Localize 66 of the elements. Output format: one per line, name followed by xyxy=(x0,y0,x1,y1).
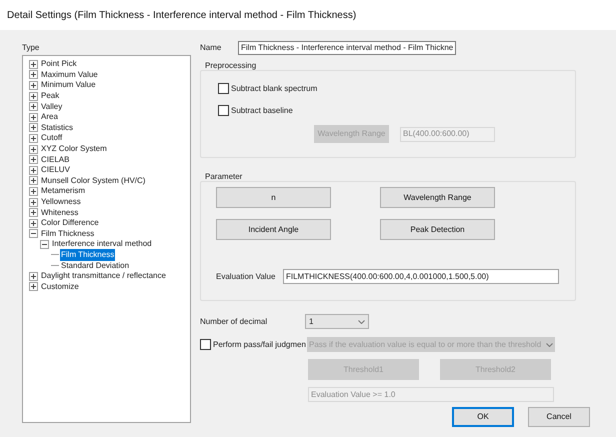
tree-item[interactable]: Film Thickness xyxy=(60,248,116,261)
tree-item[interactable]: Whiteness xyxy=(40,206,80,219)
button[interactable]: Peak Detection xyxy=(380,219,495,240)
tree-item[interactable]: Standard Deviation xyxy=(60,260,130,272)
checkbox[interactable] xyxy=(218,105,229,116)
tree-item[interactable]: Maximum Value xyxy=(40,68,99,81)
window-title: Detail Settings (Film Thickness - Interference interval method - Film Thickness) xyxy=(7,8,356,22)
expand-icon[interactable] xyxy=(29,218,38,228)
decimal-label: Number of decimal xyxy=(200,316,268,328)
expand-icon[interactable] xyxy=(29,176,38,186)
expand-icon[interactable] xyxy=(29,102,38,112)
tree-item[interactable]: Peak xyxy=(40,90,60,102)
checkbox[interactable] xyxy=(218,83,229,94)
button[interactable]: Cancel xyxy=(528,407,590,427)
decimal-dropdown[interactable]: 1 xyxy=(305,314,369,329)
expand-icon[interactable] xyxy=(29,155,38,164)
evaluation-label: Evaluation Value xyxy=(216,270,276,282)
button[interactable]: OK xyxy=(452,407,514,427)
tree-item[interactable]: XYZ Color System xyxy=(40,143,108,156)
expand-icon[interactable] xyxy=(29,112,38,122)
checkbox-label: Subtract blank spectrum xyxy=(231,82,318,94)
type-label: Type xyxy=(22,42,40,54)
group-title: Parameter xyxy=(205,171,244,181)
tree-item[interactable]: CIELAB xyxy=(40,154,70,166)
tree-item[interactable]: Cutoff xyxy=(40,132,64,144)
expand-icon[interactable] xyxy=(29,60,38,69)
name-label: Name xyxy=(200,42,222,54)
chevron-icon xyxy=(546,342,553,346)
expand-icon[interactable] xyxy=(29,144,38,154)
button[interactable]: Wavelength Range xyxy=(380,187,495,208)
tree-item[interactable]: Customize xyxy=(40,280,80,293)
expand-icon[interactable] xyxy=(29,282,38,292)
expand-icon[interactable] xyxy=(29,123,38,132)
button[interactable]: Incident Angle xyxy=(216,219,331,240)
checkbox-label: Subtract baseline xyxy=(231,104,293,116)
expand-icon[interactable] xyxy=(29,208,38,218)
tree-item[interactable]: Point Pick xyxy=(40,58,78,70)
tree-item[interactable]: CIELUV xyxy=(40,164,71,176)
expand-icon[interactable] xyxy=(29,272,38,281)
tree-item[interactable]: Interference interval method xyxy=(51,238,153,250)
expand-icon[interactable] xyxy=(29,186,38,196)
tree-item[interactable]: Color Difference xyxy=(40,217,100,230)
collapse-icon[interactable] xyxy=(40,240,49,249)
checkbox[interactable] xyxy=(200,339,211,350)
expand-icon[interactable] xyxy=(29,198,38,207)
checkbox-label: Perform pass/fail judgmen xyxy=(213,338,307,350)
button[interactable]: n xyxy=(216,187,331,208)
tree-item[interactable]: Statistics xyxy=(40,122,74,134)
tree-item[interactable]: Film Thickness xyxy=(40,228,96,240)
expand-icon[interactable] xyxy=(29,134,38,143)
expand-icon[interactable] xyxy=(29,70,38,80)
tree-item[interactable]: Yellowness xyxy=(40,196,82,208)
expand-icon[interactable] xyxy=(29,92,38,101)
expand-icon[interactable] xyxy=(29,166,38,175)
tree-item[interactable]: Munsell Color System (HV/C) xyxy=(40,174,146,187)
expand-icon[interactable] xyxy=(29,80,38,90)
tree-item[interactable]: Daylight transmittance / reflectance xyxy=(40,270,167,282)
tree-item[interactable]: Valley xyxy=(40,100,64,113)
tree-item[interactable]: Area xyxy=(40,111,59,124)
group-title: Preprocessing xyxy=(205,60,258,70)
tree-item[interactable]: Minimum Value xyxy=(40,79,97,92)
name-field[interactable]: Film Thickness - Interference interval method - Film Thickne xyxy=(238,40,456,54)
chevron-icon xyxy=(358,320,365,324)
tree-item[interactable]: Metamerism xyxy=(40,185,86,198)
evaluation-field[interactable]: FILMTHICKNESS(400.00:600.00,4,0.001000,1.500,5.00) xyxy=(283,269,559,284)
collapse-icon[interactable] xyxy=(29,229,38,238)
